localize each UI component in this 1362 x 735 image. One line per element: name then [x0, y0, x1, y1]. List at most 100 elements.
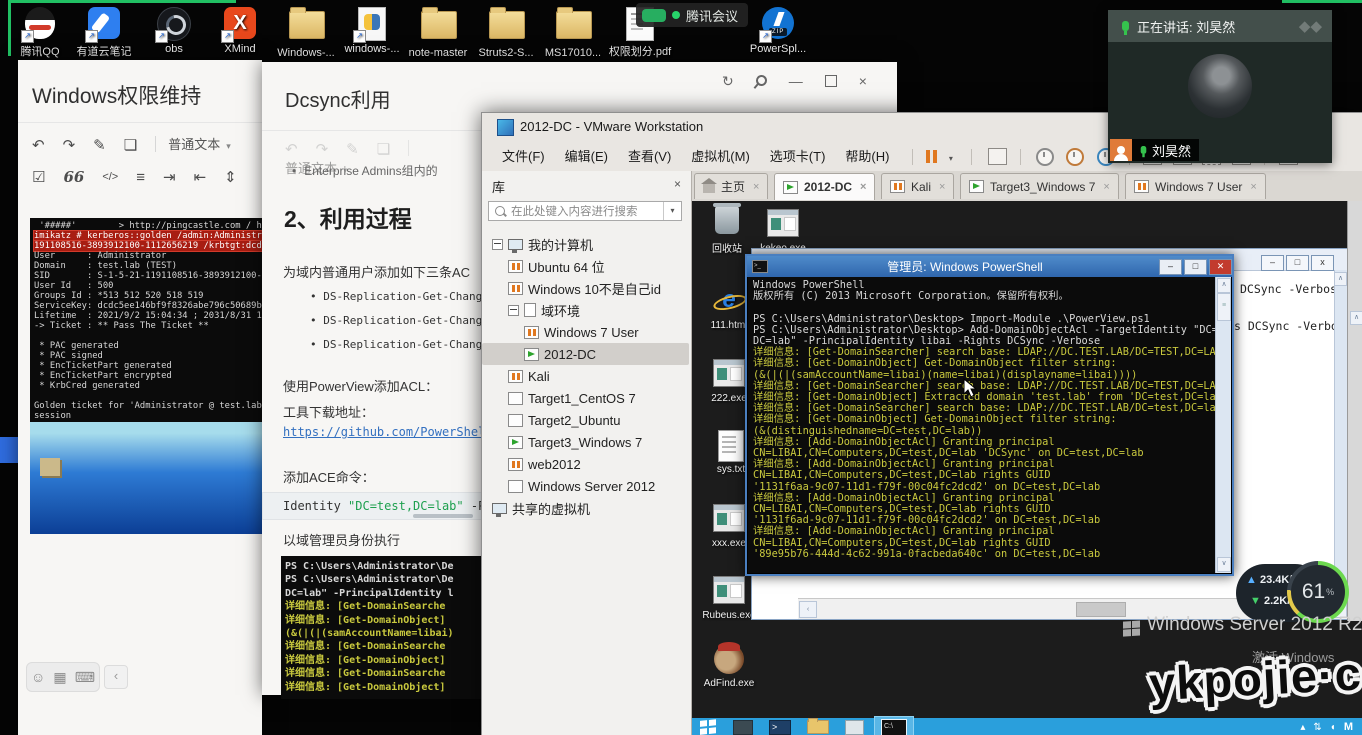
tray-network-icon[interactable]: ⇅	[1313, 722, 1321, 733]
desktop-icon-pyfile[interactable]: ↗windows-...	[340, 6, 404, 55]
library-search-box[interactable]: 在此处键入内容进行搜索 ▾	[488, 201, 682, 221]
tree-item-web2012[interactable]: web2012	[482, 453, 689, 475]
pause-vm-button[interactable]	[925, 150, 938, 163]
tray-ime-letter[interactable]: M	[1344, 721, 1353, 733]
menu-帮助H[interactable]: 帮助(H)	[835, 141, 899, 170]
tab-close-icon[interactable]: ×	[753, 181, 759, 193]
pause-dropdown-caret[interactable]: ▾	[949, 154, 953, 163]
scroll-up-icon[interactable]: ∧	[1334, 272, 1347, 286]
minimize-button[interactable]: —	[789, 73, 803, 89]
maximize-button[interactable]: □	[1286, 255, 1309, 271]
sliver-scroll-up-icon[interactable]: ∧	[1350, 311, 1362, 325]
code-hscroll-thumb[interactable]	[413, 514, 473, 518]
tree-item-Windows Server 2012[interactable]: Windows Server 2012	[482, 475, 689, 497]
tree-item-Target1_CentOS 7[interactable]: Target1_CentOS 7	[482, 387, 689, 409]
code-icon[interactable]: </>	[102, 171, 118, 183]
tree-expander[interactable]	[508, 305, 519, 316]
server-manager-icon[interactable]	[733, 720, 753, 735]
vm-desktop-icon-回收站[interactable]: 回收站	[699, 204, 755, 255]
tree-item-2012-DC[interactable]: 2012-DC	[482, 343, 689, 365]
undo-icon[interactable]: ↶	[285, 140, 298, 158]
desktop-icon-ynote[interactable]: ↗有道云笔记	[72, 6, 136, 59]
vm-desktop-icon-Rubeus.exe[interactable]: Rubeus.exe	[701, 573, 757, 621]
minimize-button[interactable]: –	[1261, 255, 1284, 271]
vm-desktop-icon-kekeo.exe[interactable]: kekeo.exe	[755, 206, 811, 254]
tree-item-共享的虚拟机[interactable]: 共享的虚拟机	[482, 497, 689, 519]
tab-close-icon[interactable]: ×	[1103, 181, 1109, 193]
align-icon[interactable]: ≡	[136, 169, 145, 186]
collapse-chevron-button[interactable]: ‹	[104, 665, 128, 689]
tree-item-Target3_Windows 7[interactable]: Target3_Windows 7	[482, 431, 689, 453]
tab-close-icon[interactable]: ×	[939, 181, 945, 193]
tree-item-Windows 7 User[interactable]: Windows 7 User	[482, 321, 689, 343]
search-dropdown-caret[interactable]: ▾	[663, 202, 681, 220]
redo-icon[interactable]: ↷	[316, 140, 329, 158]
tree-item-我的计算机[interactable]: 我的计算机	[482, 233, 689, 255]
tab-close-icon[interactable]: ×	[860, 181, 866, 193]
scroll-down-icon[interactable]: ∨	[1217, 557, 1231, 572]
emoji-icon[interactable]: ☺	[31, 669, 45, 685]
close-button[interactable]: x	[1311, 255, 1334, 271]
tree-expander[interactable]	[492, 239, 503, 250]
indent-right-icon[interactable]: ⇥	[163, 168, 176, 186]
background-window-vscrollbar[interactable]	[1334, 270, 1348, 598]
tab-Target3_Windows 7[interactable]: Target3_Windows 7×	[960, 173, 1119, 199]
docked-app-icon[interactable]	[0, 437, 18, 463]
tree-item-域环境[interactable]: 域环境	[482, 299, 689, 321]
tab-主页[interactable]: 主页×	[694, 173, 768, 199]
tree-item-Ubuntu 64 位[interactable]: Ubuntu 64 位	[482, 255, 689, 277]
tray-expand-icon[interactable]: ▴	[1300, 722, 1305, 733]
eraser-icon[interactable]: ✎	[93, 136, 106, 154]
call-header[interactable]: 正在讲话: 刘昊然 ◆◆	[1108, 10, 1332, 42]
tab-Windows 7 User[interactable]: Windows 7 User×	[1125, 173, 1266, 199]
desktop-icon-zip[interactable]: ZIP↗PowerSpl...	[746, 6, 810, 55]
checkbox-icon[interactable]: ☑	[32, 168, 45, 186]
tab-2012-DC[interactable]: 2012-DC×	[774, 173, 875, 200]
undo-icon[interactable]: ↶	[32, 136, 45, 154]
tab-Kali[interactable]: Kali×	[881, 173, 954, 199]
eraser-icon[interactable]: ✎	[346, 140, 359, 158]
vscroll-thumb[interactable]: ≡	[1217, 293, 1231, 321]
indent-left-icon[interactable]: ⇤	[194, 168, 207, 186]
close-button[interactable]: ✕	[1209, 259, 1232, 275]
desktop-icon-obs[interactable]: ↗obs	[142, 6, 206, 55]
menu-文件F[interactable]: 文件(F)	[492, 141, 555, 170]
menu-查看V[interactable]: 查看(V)	[618, 141, 681, 170]
snapshot-take-icon[interactable]	[1036, 148, 1054, 166]
close-button[interactable]: ×	[859, 73, 867, 89]
desktop-icon-folder[interactable]: note-master	[406, 6, 470, 59]
ctrl-alt-del-icon[interactable]	[988, 148, 1007, 165]
menu-虚拟机M[interactable]: 虚拟机(M)	[681, 141, 760, 170]
minimize-button[interactable]: –	[1159, 259, 1182, 275]
tray-volume-icon[interactable]: ◖	[1330, 722, 1336, 733]
library-close-icon[interactable]: ×	[674, 177, 681, 191]
format-painter-icon[interactable]: ❏	[124, 136, 137, 154]
desktop-icon-xmind[interactable]: X↗XMind	[208, 6, 272, 55]
doc2-github-link[interactable]: https://github.com/PowerShellMa	[283, 425, 507, 439]
meeting-badge[interactable]: 腾讯会议	[636, 3, 748, 27]
vm-desktop-icon-AdFind.exe[interactable]: AdFind.exe	[701, 643, 757, 689]
format-painter-icon[interactable]: ❏	[377, 140, 390, 158]
taskbar-app-icon[interactable]	[845, 720, 864, 735]
tree-item-Windows 10不是自己id[interactable]: Windows 10不是自己id	[482, 277, 689, 299]
tab-close-icon[interactable]: ×	[1250, 181, 1256, 193]
line-height-icon[interactable]: ⇕	[224, 168, 237, 186]
scroll-up-icon[interactable]: ∧	[1217, 278, 1231, 293]
powershell-vscrollbar[interactable]: ∧≡ ∨	[1215, 277, 1231, 573]
refresh-button[interactable]: ↻	[722, 73, 734, 90]
start-button[interactable]	[700, 719, 717, 735]
desktop-icon-folder[interactable]: MS17010...	[541, 6, 605, 59]
quote-icon[interactable]: 66	[63, 168, 84, 186]
maximize-button[interactable]	[825, 75, 837, 87]
taskbar-cmd-active[interactable]: C:\	[874, 716, 914, 735]
menu-选项卡T[interactable]: 选项卡(T)	[760, 141, 836, 170]
tree-item-Kali[interactable]: Kali	[482, 365, 689, 387]
snapshot-revert-icon[interactable]	[1066, 148, 1084, 166]
paragraph-style-dropdown[interactable]: 普通文本▾	[168, 134, 231, 153]
desktop-icon-folder[interactable]: Windows-...	[274, 6, 338, 59]
desktop-icon-qq[interactable]: ↗腾讯QQ	[8, 6, 72, 59]
scroll-left-icon[interactable]: ‹	[799, 601, 817, 618]
menu-编辑E[interactable]: 编辑(E)	[555, 141, 618, 170]
keyboard-icon[interactable]: ⌨	[75, 669, 95, 686]
grid-icon[interactable]: ▦	[53, 669, 66, 686]
